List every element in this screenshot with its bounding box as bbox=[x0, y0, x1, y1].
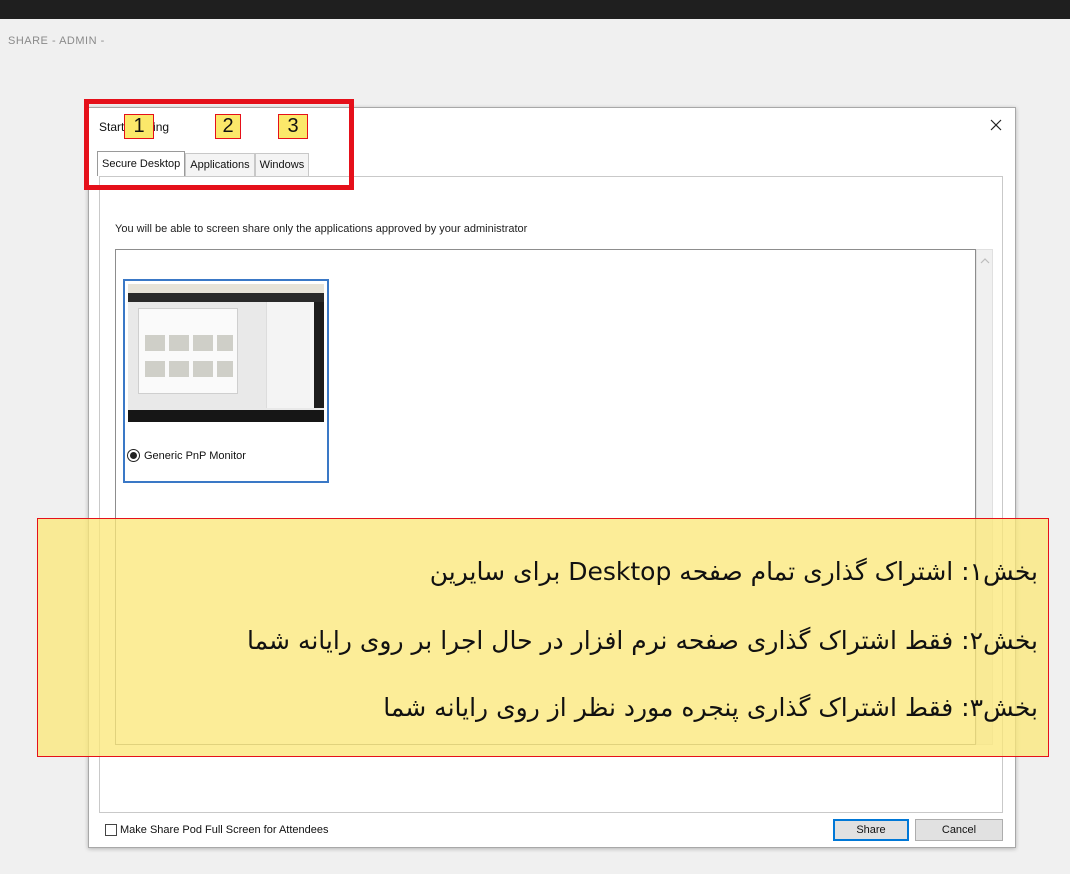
fullscreen-checkbox-label: Make Share Pod Full Screen for Attendees bbox=[120, 824, 329, 836]
monitor-radio-option[interactable]: Generic PnP Monitor bbox=[127, 449, 246, 462]
note-line-3: بخش۳: فقط اشتراک گذاری پنجره مورد نظر از… bbox=[383, 693, 1038, 722]
annotation-number-1: 1 bbox=[124, 114, 154, 139]
fullscreen-checkbox[interactable] bbox=[105, 824, 117, 836]
chevron-up-icon[interactable] bbox=[979, 253, 991, 264]
monitor-thumbnail bbox=[128, 284, 324, 422]
cancel-button[interactable]: Cancel bbox=[915, 819, 1003, 841]
annotation-number-2: 2 bbox=[215, 114, 241, 139]
monitor-radio[interactable] bbox=[127, 449, 140, 462]
explanation-note: بخش۱: اشتراک گذاری تمام صفحه Desktop برا… bbox=[37, 518, 1049, 757]
note-line-1: بخش۱: اشتراک گذاری تمام صفحه Desktop برا… bbox=[429, 557, 1038, 586]
monitor-option[interactable]: Generic PnP Monitor bbox=[123, 279, 329, 483]
instruction-text: You will be able to screen share only th… bbox=[115, 223, 528, 235]
top-bar bbox=[0, 0, 1070, 19]
annotation-number-3: 3 bbox=[278, 114, 308, 139]
fullscreen-option[interactable]: Make Share Pod Full Screen for Attendees bbox=[105, 824, 329, 836]
share-pod-title: SHARE - ADMIN - bbox=[8, 35, 105, 47]
close-icon[interactable] bbox=[989, 118, 1003, 132]
share-button[interactable]: Share bbox=[833, 819, 909, 841]
tabs-highlight-box bbox=[84, 99, 354, 190]
monitor-label: Generic PnP Monitor bbox=[144, 449, 246, 462]
note-line-2: بخش۲: فقط اشتراک گذاری صفحه نرم افزار در… bbox=[246, 626, 1038, 655]
